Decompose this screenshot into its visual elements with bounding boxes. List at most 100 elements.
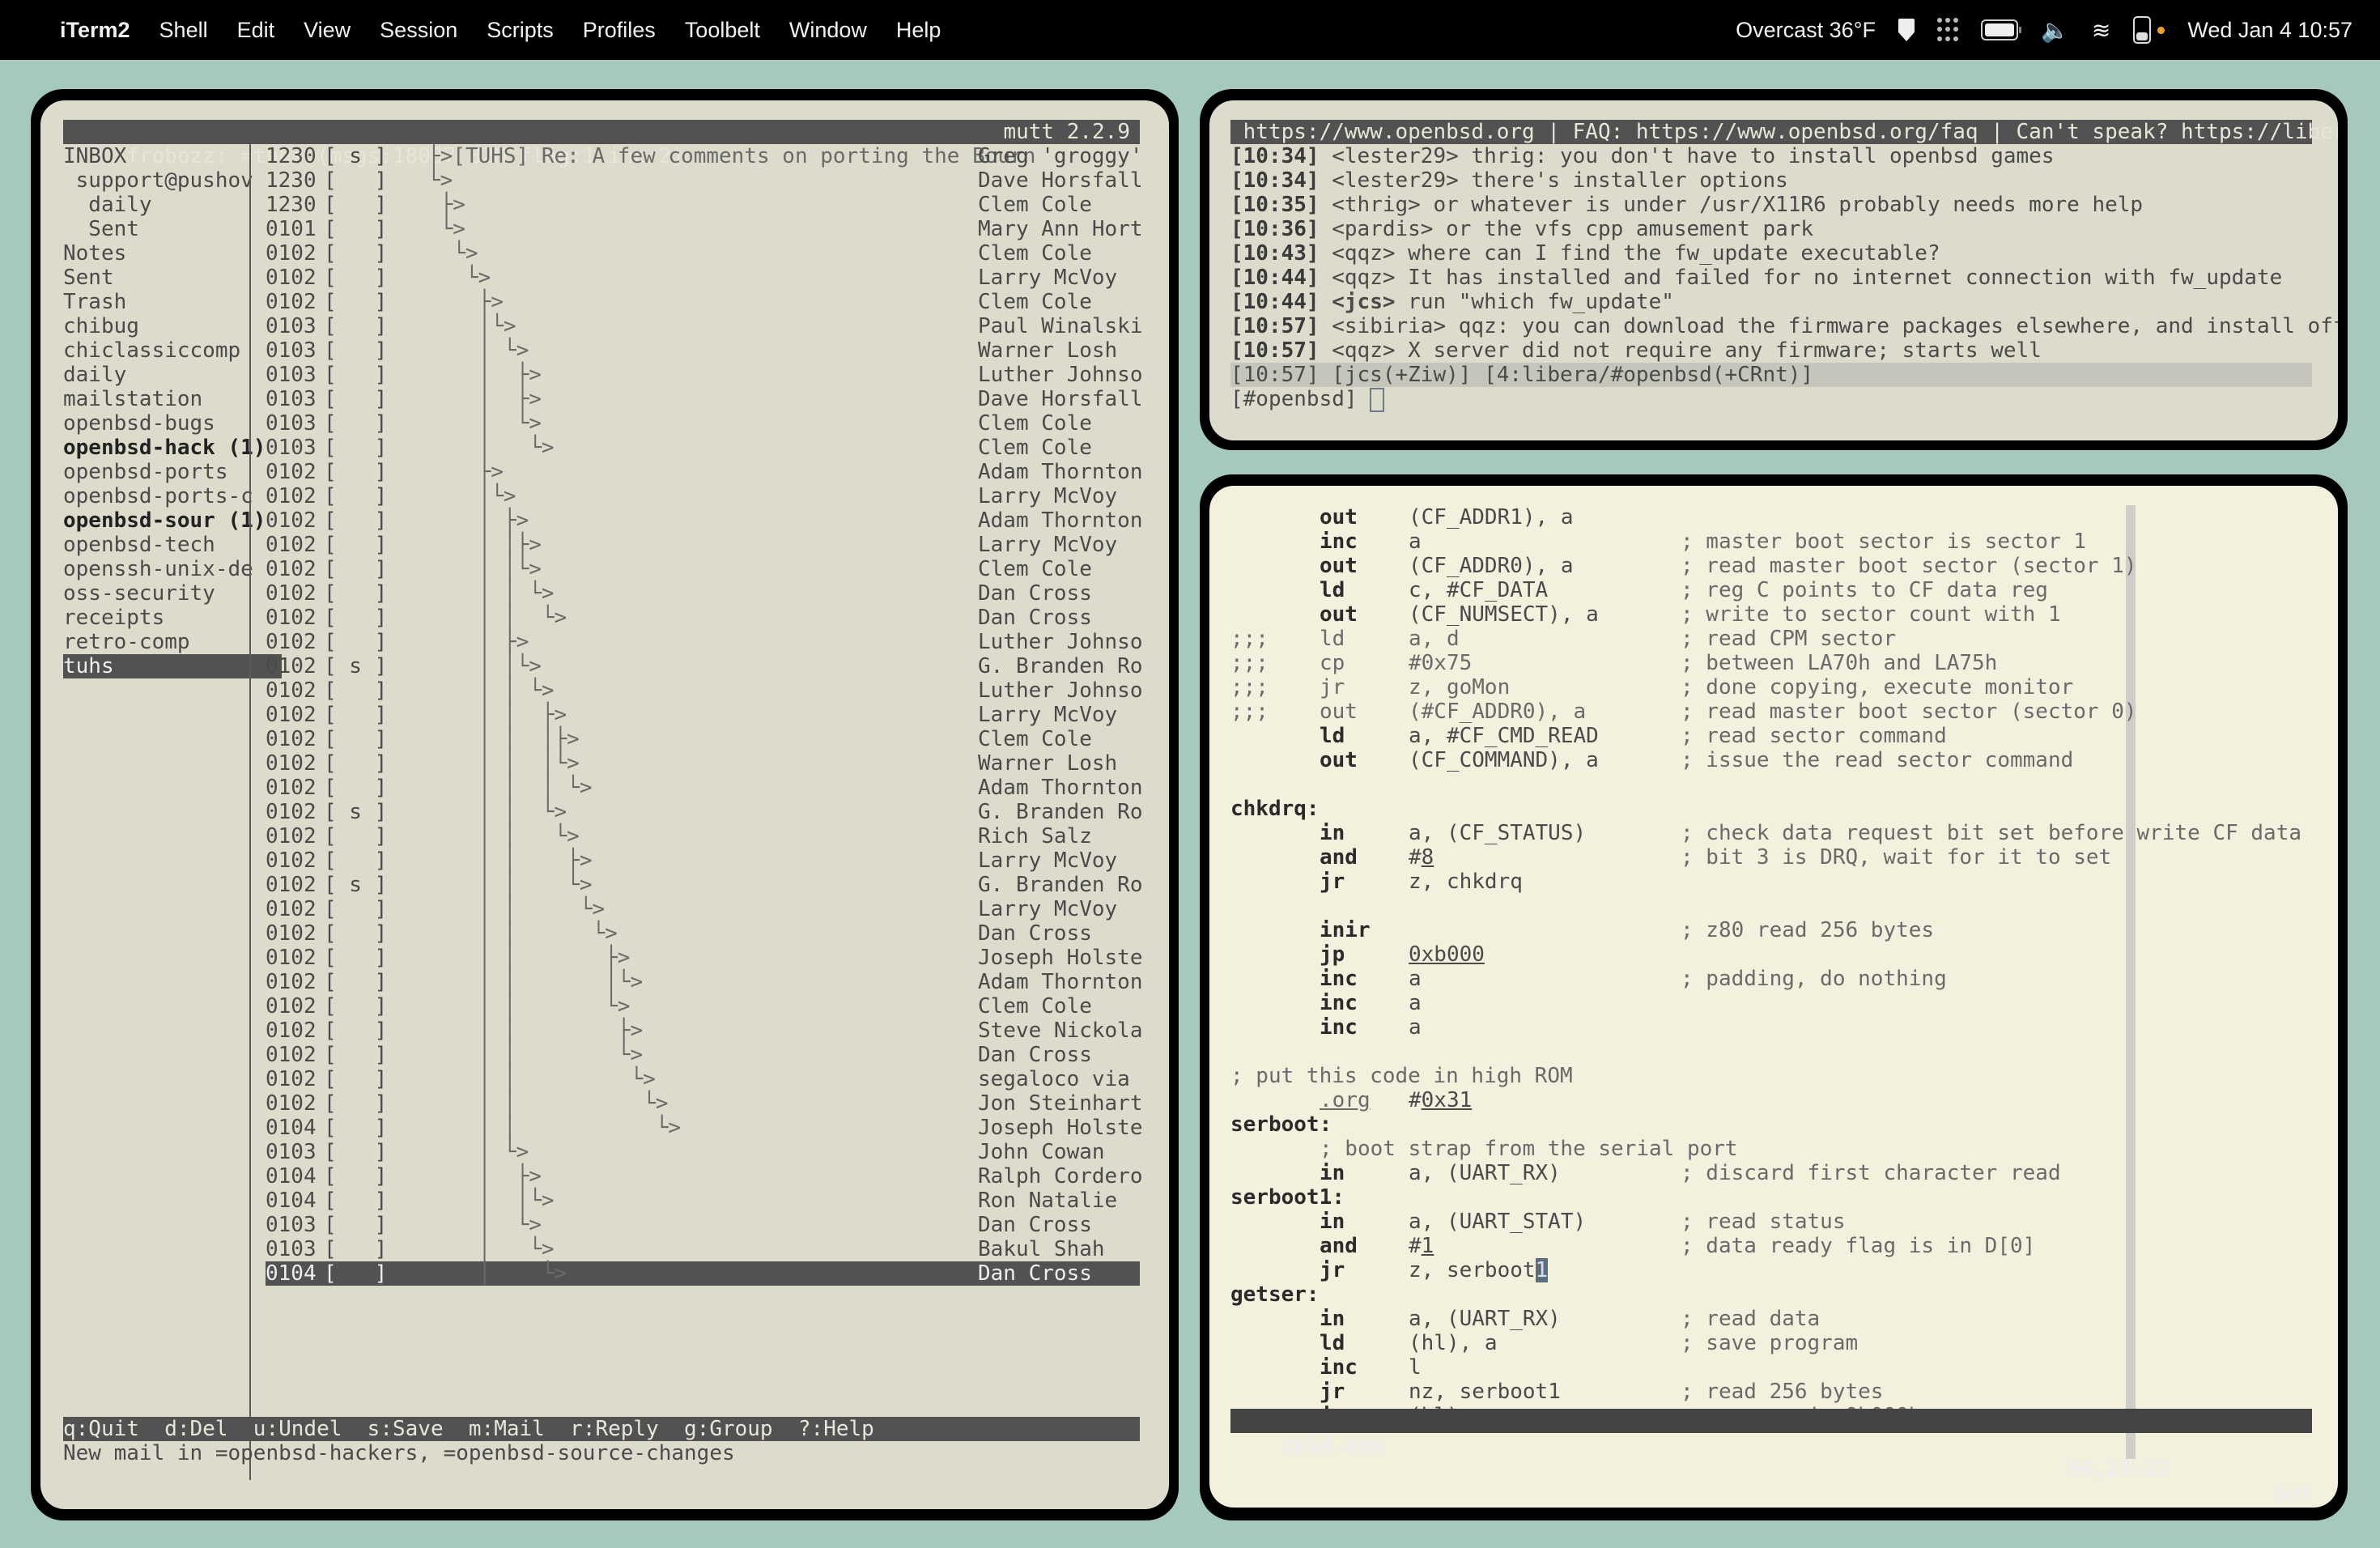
menu-edit[interactable]: Edit <box>237 18 275 43</box>
message-row[interactable]: 0104 [ ] │ ├> Ralph Cordero <box>266 1164 1143 1189</box>
menu-scripts[interactable]: Scripts <box>487 18 554 43</box>
irc-input-cursor[interactable] <box>1370 387 1385 412</box>
code-line[interactable]: ld c, #CF_DATA ; reg C points to CF data r… <box>1230 578 2315 602</box>
message-row[interactable]: 0104 [ ] │ │ └> Joseph Holste <box>266 1116 1143 1140</box>
message-row[interactable]: 0103 [ ] │└> Paul Winalski <box>266 314 1143 338</box>
irc-nick[interactable]: <sibiria> <box>1332 314 1446 338</box>
vim-pane[interactable]: out (CF_ADDR1), a inc a ; master boot sector… <box>1209 486 2338 1508</box>
code-line[interactable]: serboot1: <box>1230 1185 2315 1210</box>
irc-nick[interactable]: <qqz> <box>1332 266 1395 290</box>
code-line[interactable]: ;;; cp #0x75 ; between LA70h and LA75h <box>1230 651 2315 675</box>
menu-toolbelt[interactable]: Toolbelt <box>685 18 760 43</box>
message-row[interactable]: 0102 [ ] │ │ └> Dan Cross <box>266 1043 1140 1067</box>
message-row[interactable]: 0102 [ s ] │ │ └> G. Branden Ro <box>266 800 1143 824</box>
message-row[interactable]: 0102 [ ] ├> Adam Thornton <box>266 460 1143 484</box>
code-line[interactable]: inc a ; padding, do nothing <box>1230 967 2315 991</box>
code-line[interactable]: ;;; jr z, goMon ; done copying, execute mon… <box>1230 675 2315 700</box>
code-line[interactable]: out (CF_ADDR0), a ; read master boot secto… <box>1230 554 2315 578</box>
message-row[interactable]: 0102 [ ] │ │ ├> Joseph Holste <box>266 946 1143 970</box>
message-row[interactable]: 0102 [ ] │ │ │├> Clem Cole <box>266 727 1140 751</box>
code-line[interactable]: ; put this code in high ROM <box>1230 1064 2315 1088</box>
message-row[interactable]: 0102 [ ] │ │ ├> Steve Nickola <box>266 1019 1143 1043</box>
message-row[interactable]: 0103 [ ] │ ├> Luther Johnso <box>266 363 1143 387</box>
code-line[interactable]: inc a ; master boot sector is sector 1 <box>1230 529 2315 554</box>
code-line[interactable]: in a, (UART_RX) ; discard first character … <box>1230 1161 2315 1185</box>
message-row[interactable]: 0102 [ ] │ │ │└> Adam Thornton <box>266 970 1143 994</box>
code-line[interactable]: inc l <box>1230 1355 2315 1380</box>
code-line[interactable]: ; boot strap from the serial port <box>1230 1137 2315 1161</box>
battery-icon[interactable] <box>1981 19 2021 40</box>
code-line[interactable]: inc a <box>1230 991 2315 1015</box>
message-row[interactable]: 0102 [ ] │ │ └> Rich Salz <box>266 824 1140 848</box>
message-row[interactable]: 0102 [ ] │ │ └> Larry McVoy <box>266 897 1140 921</box>
message-row[interactable]: 0104 [ ] │ └> Dan Cross <box>266 1261 1140 1286</box>
code-line[interactable]: chkdrq: <box>1230 797 2315 821</box>
message-row[interactable]: 0103 [ ] │ └> Clem Cole <box>266 411 1140 436</box>
menu-window[interactable]: Window <box>789 18 867 43</box>
menu-help[interactable]: Help <box>896 18 941 43</box>
message-row[interactable]: 0102 [ ] │ ├> Adam Thornton <box>266 508 1143 533</box>
code-line[interactable]: ld (hl), a ; save program <box>1230 1331 2315 1355</box>
message-row[interactable]: 0102 [ ] │ │├> Larry McVoy <box>266 533 1140 557</box>
message-row[interactable]: 0102 [ ] │ │ └> Dan Cross <box>266 921 1140 946</box>
message-row[interactable]: 0102 [ ] ├> Clem Cole <box>266 290 1140 314</box>
menu-app-name[interactable]: iTerm2 <box>60 18 130 43</box>
code-line[interactable]: in a, (CF_STATUS) ; check data request bit… <box>1230 821 2315 845</box>
code-line[interactable]: jr nz, serboot1 ; read 256 bytes <box>1230 1380 2315 1404</box>
menu-view[interactable]: View <box>304 18 351 43</box>
message-row[interactable]: 0103 [ ] │ └> John Cowan <box>266 1140 1140 1164</box>
irc-nick[interactable]: <lester29> <box>1332 168 1459 193</box>
message-row[interactable]: 0103 [ ] │ └> Bakul Shah <box>266 1237 1140 1261</box>
code-line[interactable]: .org #0x31 <box>1230 1088 2315 1112</box>
code-line[interactable]: in a, (UART_STAT) ; read status <box>1230 1210 2315 1234</box>
irc-pane[interactable]: https://www.openbsd.org | FAQ: https://w… <box>1209 100 2338 440</box>
message-row[interactable]: 0102 [ s ] │ │└> G. Branden Ro <box>266 654 1143 678</box>
code-line[interactable]: out (CF_ADDR1), a <box>1230 505 2315 529</box>
code-line[interactable]: inir ; z80 read 256 bytes <box>1230 918 2315 942</box>
control-center-icon[interactable] <box>2133 16 2152 44</box>
code-line[interactable]: getser: <box>1230 1282 2315 1307</box>
message-row[interactable]: 0103 [ ] │ ├> Dave Horsfall <box>266 387 1143 411</box>
irc-nick[interactable]: <lester29> <box>1332 144 1459 168</box>
irc-nick[interactable]: <qqz> <box>1332 338 1395 363</box>
message-row[interactable]: 0102 [ ] │ │ ├> Larry McVoy <box>266 848 1140 873</box>
message-row[interactable]: 0102 [ ] │ │ │└> Warner Losh <box>266 751 1140 776</box>
message-row[interactable]: 0102 [ s ] │ │ └> G. Branden Ro <box>266 873 1143 897</box>
code-line[interactable]: and #8 ; bit 3 is DRQ, wait for it to set <box>1230 845 2315 870</box>
message-row[interactable]: 0102 [ ] │ │ └> Clem Cole <box>266 994 1140 1019</box>
menu-session[interactable]: Session <box>380 18 457 43</box>
message-row[interactable]: 0102 [ ] │ │ └> Luther Johnso <box>266 678 1143 703</box>
message-row[interactable]: 0102 [ ] │└> Larry McVoy <box>266 484 1140 508</box>
message-row[interactable]: 1230 [ ] └> Dave Horsfall <box>266 168 1143 193</box>
menu-profiles[interactable]: Profiles <box>583 18 656 43</box>
volume-icon[interactable]: 🔈 <box>2041 17 2069 44</box>
message-row[interactable]: 0101 [ ] └> Mary Ann Hort <box>266 217 1143 241</box>
message-row[interactable]: 0102 [ ] │ │ └> segaloco via <box>266 1067 1140 1091</box>
clock[interactable]: Wed Jan 4 10:57 <box>2187 18 2352 43</box>
message-row[interactable]: 0102 [ ] │ │ └> Jon Steinhart <box>266 1091 1143 1116</box>
code-line[interactable]: serboot: <box>1230 1112 2315 1137</box>
code-line[interactable]: out (CF_COMMAND), a ; issue the read secto… <box>1230 748 2315 772</box>
message-row[interactable]: 1230 [ s ] ├>[TUHS] Re: A few comments on … <box>266 144 1143 168</box>
code-line[interactable]: ld a, #CF_CMD_READ ; read sector command <box>1230 724 2315 748</box>
irc-input-line[interactable]: [#openbsd] <box>1230 387 2312 412</box>
message-row[interactable]: 0102 [ ] └> Larry McVoy <box>266 266 1140 290</box>
code-line[interactable]: out (CF_NUMSECT), a ; write to sector coun… <box>1230 602 2315 627</box>
shield-icon[interactable] <box>1898 19 1915 41</box>
code-line[interactable] <box>1230 1040 2315 1064</box>
code-buffer[interactable]: out (CF_ADDR1), a inc a ; master boot sector… <box>1230 505 2315 1428</box>
code-line[interactable]: jp 0xb000 <box>1230 942 2315 967</box>
message-row[interactable]: 0104 [ ] │ │└> Ron Natalie <box>266 1189 1140 1213</box>
message-row[interactable]: 0103 [ ] │ └> Warner Losh <box>266 338 1140 363</box>
message-row[interactable]: 1230 [ ] ├> Clem Cole <box>266 193 1140 217</box>
message-row[interactable]: 0102 [ ] │ │ │ └> Adam Thornton <box>266 776 1143 800</box>
message-row[interactable]: 0103 [ ] │ └> Dan Cross <box>266 1213 1140 1237</box>
wifi-icon[interactable]: ≋ <box>2092 17 2110 44</box>
irc-nick[interactable]: <thrig> <box>1332 193 1421 217</box>
message-row[interactable]: 0103 [ ] │ └> Clem Cole <box>266 436 1140 460</box>
code-line[interactable] <box>1230 772 2315 797</box>
message-row[interactable]: 0102 [ ] │ ├> Luther Johnso <box>266 630 1143 654</box>
dots-grid-icon[interactable] <box>1937 18 1958 42</box>
code-line[interactable]: and #1 ; data ready flag is in D[0] <box>1230 1234 2315 1258</box>
message-row[interactable]: 0102 [ ] │ │└> Clem Cole <box>266 557 1140 581</box>
